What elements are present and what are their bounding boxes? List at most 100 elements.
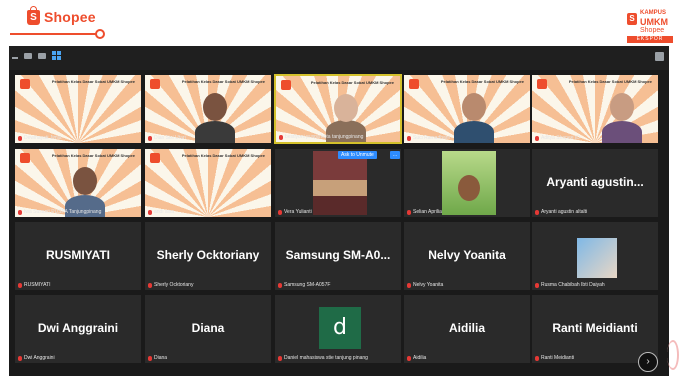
participant-name-label: bestiyoni puspa kota tanjungpinang [279, 134, 363, 140]
participant-tile[interactable]: RUSMIYATI RUSMIYATI [14, 221, 142, 291]
muted-mic-icon [407, 135, 411, 141]
presentation-slide: Pelatihan Kelas Dasar Sobat UMKM Shopee [145, 149, 271, 217]
participant-name: Rusma Chabibah Ibti Daiyah [541, 282, 605, 288]
participant-name-label: Vera Yulianti [278, 209, 312, 215]
decorative-line [10, 33, 100, 35]
participant-tile[interactable]: Selian Aprilia [403, 148, 531, 218]
participant-display-name: Aryanti agustin... [546, 175, 644, 189]
more-options-button[interactable]: … [390, 151, 400, 159]
shopee-banner: S Shopee S KAMPUS UMKM Shopee EKSPOR [0, 0, 679, 46]
presentation-slide: Pelatihan Kelas Dasar Sobat UMKM Shopee [15, 149, 141, 217]
participant-tile[interactable]: Diana Diana [144, 294, 272, 364]
participant-display-name: Diana [191, 321, 225, 335]
participant-tile[interactable]: Pelatihan Kelas Dasar Sobat UMKM Shopee A… [531, 74, 659, 144]
umkm-label: UMKM [640, 17, 668, 27]
ask-to-unmute-button[interactable]: Ask to Unmute [338, 151, 377, 159]
participant-name-label: Nelvy Yoanita [407, 282, 443, 288]
participant-tile[interactable]: Sherly Ocktoriany Sherly Ocktoriany [144, 221, 272, 291]
slide-title: Pelatihan Kelas Dasar Sobat UMKM Shopee [440, 79, 524, 84]
participant-video-head [73, 167, 97, 195]
participant-photo-head [458, 175, 480, 201]
muted-mic-icon [535, 135, 539, 141]
participant-name-label: Aditya Shopee ID [535, 135, 580, 141]
participant-name-label: Iwa Susanti PUSPA Tanjungpinang [18, 209, 101, 215]
participant-tile[interactable]: Dwi Anggraini Dwi Anggraini [14, 294, 142, 364]
presentation-slide: Pelatihan Kelas Dasar Sobat UMKM Shopee [532, 75, 658, 143]
slide-sunburst [145, 149, 271, 217]
shopee-badge-icon [537, 79, 547, 89]
slide-title: Pelatihan Kelas Dasar Sobat UMKM Shopee [568, 79, 652, 84]
participant-tile[interactable]: Aidilia Aidilia [403, 294, 531, 364]
participant-tile[interactable]: Pelatihan Kelas Dasar Sobat UMKM Shopee D… [144, 74, 272, 144]
participant-tile[interactable]: Nelvy Yoanita Nelvy Yoanita [403, 221, 531, 291]
gallery-view-icon[interactable] [52, 51, 61, 60]
slide-title: Pelatihan Kelas Dasar Sobat UMKM Shopee [181, 79, 265, 84]
presentation-slide: Pelatihan Kelas Dasar Sobat UMKM Shopee [145, 75, 271, 143]
participant-display-name: Dwi Anggraini [37, 321, 119, 335]
muted-mic-icon [278, 355, 282, 361]
muted-mic-icon [407, 282, 411, 288]
participant-photo [442, 151, 496, 215]
participant-name: Sherly Ocktoriany [154, 282, 194, 288]
participant-name: Nelvy Yoanita [413, 282, 444, 288]
participant-tile[interactable]: Pelatihan Kelas Dasar Sobat UMKM Shopee I… [14, 148, 142, 218]
participant-tile[interactable]: Pelatihan Kelas Dasar Sobat UMKM Shopee b… [274, 74, 402, 144]
participant-tile[interactable]: Rusma Chabibah Ibti Daiyah [531, 221, 659, 291]
participant-name-label: Diana [148, 355, 167, 361]
muted-mic-icon [18, 135, 22, 141]
muted-mic-icon [148, 135, 152, 141]
participant-name-label: Dewinayati Jimia [18, 135, 62, 141]
slide-title: Pelatihan Kelas Dasar Sobat UMKM Shopee [51, 79, 135, 84]
muted-mic-icon [535, 282, 539, 288]
participant-video-head [334, 94, 358, 122]
participant-tile[interactable]: d Daniel mahasiswa stie tanjung pinang [274, 294, 402, 364]
participant-photo [577, 238, 617, 278]
participant-name: andi aisa [154, 209, 175, 215]
participant-name: RUSMIYATI [24, 282, 51, 288]
muted-mic-icon [407, 209, 411, 215]
participant-tile[interactable]: Pelatihan Kelas Dasar Sobat UMKM Shopee D… [14, 74, 142, 144]
shopee-bag-icon: S [27, 5, 40, 25]
shopee-badge-icon [150, 153, 160, 163]
participant-tile[interactable]: Pelatihan Kelas Dasar Sobat UMKM Shopee a… [144, 148, 272, 218]
shopee-logo: S Shopee [27, 5, 96, 25]
shopee-badge-icon [409, 79, 419, 89]
decorative-circle [95, 29, 105, 39]
participant-video-body [602, 121, 642, 143]
muted-mic-icon [18, 282, 22, 288]
fullscreen-icon[interactable] [655, 52, 664, 61]
participant-name: Daniel mahasiswa stie tanjung pinang [284, 355, 368, 361]
participant-tile[interactable]: Ask to Unmute … Vera Yulianti [274, 148, 402, 218]
muted-mic-icon [278, 209, 282, 215]
participant-video-head [203, 93, 227, 121]
participant-tile[interactable]: Samsung SM-A0... Samsung SM-A057F [274, 221, 402, 291]
next-page-button[interactable]: › [638, 352, 658, 372]
participant-name: Diana [154, 355, 168, 361]
muted-mic-icon [148, 282, 152, 288]
participant-tile[interactable]: Ranti Meidianti Ranti Meidianti [531, 294, 659, 364]
window-icon[interactable] [38, 53, 46, 59]
participant-name-label: Suci Ramadhani [407, 135, 450, 141]
participant-name-label: andi aisa [148, 209, 174, 215]
kampus-label: KAMPUS [640, 10, 667, 16]
participant-name-label: Dwi Anggraini [18, 355, 55, 361]
muted-mic-icon [279, 134, 283, 140]
participant-name: Vera Yulianti [284, 209, 312, 215]
slide-sunburst [15, 75, 141, 143]
slide-title: Pelatihan Kelas Dasar Sobat UMKM Shopee [181, 153, 265, 158]
participant-video-body [195, 121, 235, 143]
slide-title: Pelatihan Kelas Dasar Sobat UMKM Shopee [310, 80, 394, 85]
participant-tile[interactable]: Pelatihan Kelas Dasar Sobat UMKM Shopee S… [403, 74, 531, 144]
participant-video-head [610, 93, 634, 121]
muted-mic-icon [18, 209, 22, 215]
participant-name: Selian Aprilia [413, 209, 442, 215]
muted-mic-icon [148, 209, 152, 215]
participant-name-label: Samsung SM-A057F [278, 282, 330, 288]
participant-tile[interactable]: Aryanti agustin... Aryanti agustin altalt… [531, 148, 659, 218]
kampus-shopee-label: Shopee [640, 27, 665, 34]
minimize-icon[interactable] [12, 57, 18, 59]
participant-display-name: Ranti Meidianti [552, 321, 638, 335]
slide-title: Pelatihan Kelas Dasar Sobat UMKM Shopee [51, 153, 135, 158]
speaker-view-icon[interactable] [24, 53, 32, 59]
meeting-window: Pelatihan Kelas Dasar Sobat UMKM Shopee D… [9, 46, 669, 376]
